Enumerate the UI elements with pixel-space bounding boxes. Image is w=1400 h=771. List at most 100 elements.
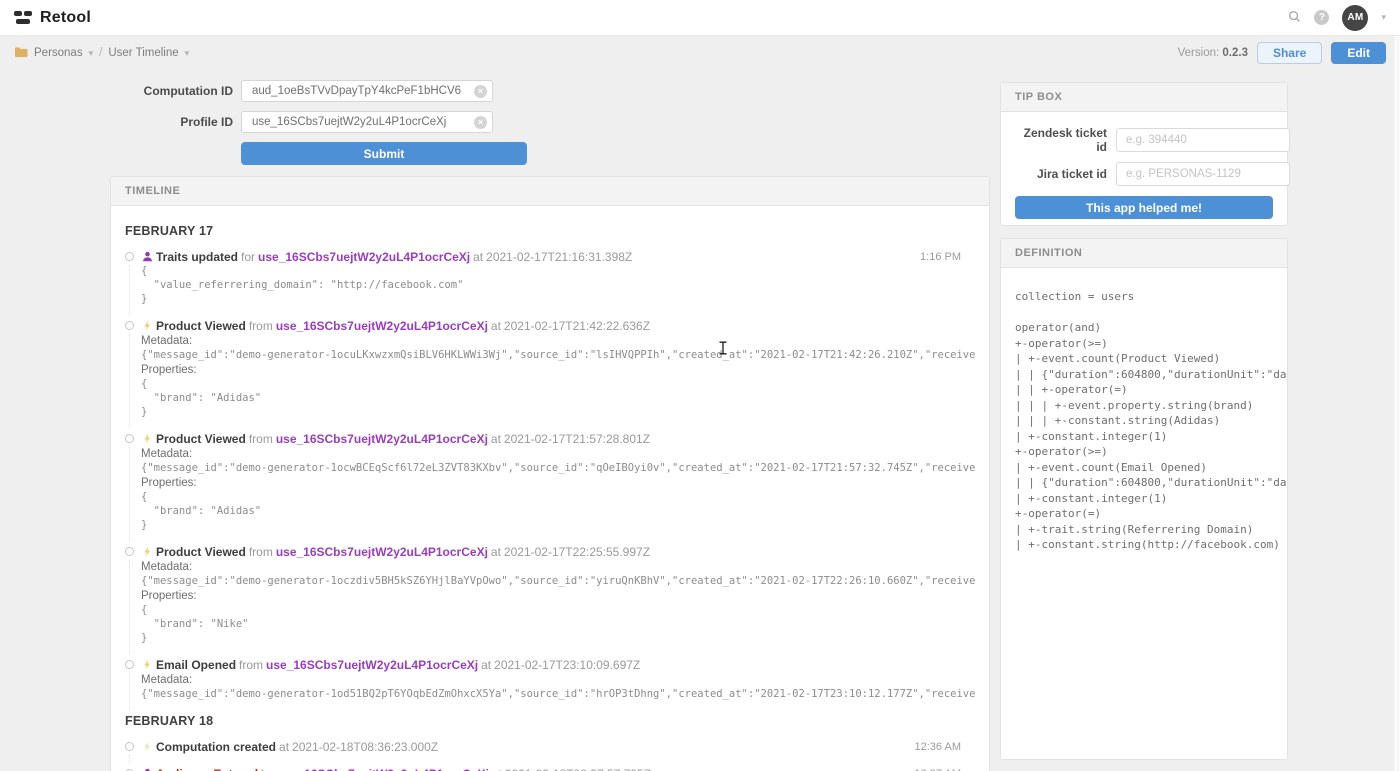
share-button[interactable]: Share	[1257, 42, 1322, 64]
event-section-label: Metadata:	[125, 673, 975, 687]
search-icon[interactable]	[1288, 10, 1301, 26]
definition-text: collection = users operator(and) +-opera…	[1001, 268, 1287, 574]
timeline-event: Audience Enteredbyuse_16SCbs7uejtW2y2uL4…	[125, 767, 975, 771]
event-code: { "brand": "Nike" }	[125, 603, 975, 645]
profile-link[interactable]: use_16SCbs7uejtW2y2uL4P1ocrCeXj	[276, 319, 488, 333]
edit-button[interactable]: Edit	[1331, 42, 1386, 64]
event-at-word: at	[492, 767, 502, 771]
timeline-event: Product Viewedfromuse_16SCbs7uejtW2y2uL4…	[125, 319, 975, 419]
event-code: {"message_id":"demo-generator-1od51BQ2pT…	[125, 687, 975, 701]
clear-icon[interactable]: ×	[474, 85, 487, 98]
event-title: Product Viewed	[156, 432, 246, 446]
top-bar: Retool ? AM ▾	[0, 0, 1400, 36]
profile-link[interactable]: use_16SCbs7uejtW2y2uL4P1ocrCeXj	[277, 767, 489, 771]
app-helped-button[interactable]: This app helped me!	[1015, 196, 1273, 219]
date-heading: FEBRUARY 18	[125, 714, 975, 728]
event-title: Computation created	[156, 740, 276, 754]
event-bullet[interactable]	[125, 742, 134, 751]
event-title-line: Product Viewedfromuse_16SCbs7uejtW2y2uL4…	[125, 319, 975, 333]
event-title-line: Email Openedfromuse_16SCbs7uejtW2y2uL4P1…	[125, 658, 975, 672]
definition-panel: DEFINITION collection = users operator(a…	[1000, 238, 1288, 760]
tip-box-header: TIP BOX	[1001, 83, 1287, 112]
chevron-down-icon[interactable]: ▾	[185, 49, 190, 58]
profile-link[interactable]: use_16SCbs7uejtW2y2uL4P1ocrCeXj	[266, 658, 478, 672]
event-code: { "value_referrering_domain": "http://fa…	[125, 264, 975, 306]
event-bullet[interactable]	[125, 434, 134, 443]
jira-ticket-label: Jira ticket id	[1015, 167, 1107, 181]
event-at-word: at	[481, 658, 491, 672]
version-label: Version: 0.2.3	[1178, 47, 1248, 59]
event-at-word: at	[491, 545, 501, 559]
event-at-word: at	[491, 319, 501, 333]
event-timestamp: 2021-02-17T21:42:22.636Z	[504, 319, 650, 333]
event-timestamp: 2021-02-17T22:25:55.997Z	[504, 545, 650, 559]
computation-id-label: Computation ID	[103, 84, 233, 98]
event-at-word: at	[491, 432, 501, 446]
lightning-icon	[142, 433, 153, 444]
breadcrumb-page[interactable]: User Timeline	[108, 47, 178, 59]
profile-id-input[interactable]	[241, 111, 493, 133]
event-title: Product Viewed	[156, 319, 246, 333]
timeline-event: Product Viewedfromuse_16SCbs7uejtW2y2uL4…	[125, 432, 975, 532]
event-section-label: Properties:	[125, 363, 975, 377]
event-code: {"message_id":"demo-generator-1ocuLKxwzx…	[125, 348, 975, 362]
event-time-right: 12:36 AM	[915, 741, 961, 753]
zendesk-ticket-label: Zendesk ticket id	[1015, 126, 1107, 154]
clear-icon[interactable]: ×	[474, 116, 487, 129]
brand-name: Retool	[40, 9, 91, 27]
lightning-icon	[142, 320, 153, 331]
event-title-line: Computation createdat2021-02-18T08:36:23…	[125, 740, 975, 754]
event-at-word: at	[279, 740, 289, 754]
event-bullet[interactable]	[125, 321, 134, 330]
submit-button[interactable]: Submit	[241, 142, 527, 165]
breadcrumb: Personas ▾ / User Timeline ▾	[14, 46, 189, 61]
computation-id-input[interactable]	[241, 80, 493, 102]
profile-id-label: Profile ID	[103, 115, 233, 129]
event-title: Email Opened	[156, 658, 236, 672]
event-code: {"message_id":"demo-generator-1oczdiv5BH…	[125, 574, 975, 588]
avatar[interactable]: AM	[1342, 5, 1368, 31]
profile-link[interactable]: use_16SCbs7uejtW2y2uL4P1ocrCeXj	[276, 432, 488, 446]
event-connector: from	[249, 432, 273, 446]
event-timestamp: 2021-02-17T21:57:28.801Z	[504, 432, 650, 446]
event-section-label: Metadata:	[125, 560, 975, 574]
event-code: { "brand": "Adidas" }	[125, 377, 975, 419]
zendesk-ticket-input[interactable]	[1116, 128, 1290, 152]
event-section-label: Metadata:	[125, 447, 975, 461]
lightning-icon	[142, 741, 153, 752]
folder-icon	[14, 46, 28, 61]
breadcrumb-bar: Personas ▾ / User Timeline ▾ Version: 0.…	[0, 36, 1400, 70]
event-title-line: Audience Enteredbyuse_16SCbs7uejtW2y2uL4…	[125, 767, 975, 771]
scrollbar-track[interactable]	[1393, 36, 1400, 771]
event-bullet[interactable]	[125, 252, 134, 261]
event-time-right: 1:16 PM	[920, 251, 961, 263]
lightning-icon	[142, 546, 153, 557]
timeline-event: Traits updatedforuse_16SCbs7uejtW2y2uL4P…	[125, 250, 975, 306]
help-icon[interactable]: ?	[1314, 10, 1329, 25]
timeline-event: Computation createdat2021-02-18T08:36:23…	[125, 740, 975, 754]
jira-ticket-input[interactable]	[1116, 162, 1290, 186]
definition-header: DEFINITION	[1001, 239, 1287, 268]
event-title: Traits updated	[156, 250, 238, 264]
event-bullet[interactable]	[125, 547, 134, 556]
profile-link[interactable]: use_16SCbs7uejtW2y2uL4P1ocrCeXj	[258, 250, 470, 264]
breadcrumb-folder[interactable]: Personas	[34, 47, 83, 59]
event-connector: by	[261, 767, 274, 771]
chevron-down-icon[interactable]: ▾	[1381, 13, 1386, 22]
event-title-line: Product Viewedfromuse_16SCbs7uejtW2y2uL4…	[125, 545, 975, 559]
retool-logo-icon	[14, 10, 33, 26]
event-title-line: Traits updatedforuse_16SCbs7uejtW2y2uL4P…	[125, 250, 975, 264]
user-icon	[142, 251, 153, 262]
event-section-label: Metadata:	[125, 334, 975, 348]
profile-link[interactable]: use_16SCbs7uejtW2y2uL4P1ocrCeXj	[276, 545, 488, 559]
tip-box-panel: TIP BOX Zendesk ticket id Jira ticket id…	[1000, 82, 1288, 226]
event-timestamp: 2021-02-18T08:36:23.000Z	[292, 740, 438, 754]
lightning-icon	[142, 659, 153, 670]
event-section-label: Properties:	[125, 476, 975, 490]
event-connector: from	[249, 319, 273, 333]
event-title-line: Product Viewedfromuse_16SCbs7uejtW2y2uL4…	[125, 432, 975, 446]
retool-logo[interactable]: Retool	[14, 9, 91, 27]
chevron-down-icon[interactable]: ▾	[89, 49, 94, 58]
timeline-event: Email Openedfromuse_16SCbs7uejtW2y2uL4P1…	[125, 658, 975, 701]
event-bullet[interactable]	[125, 660, 134, 669]
